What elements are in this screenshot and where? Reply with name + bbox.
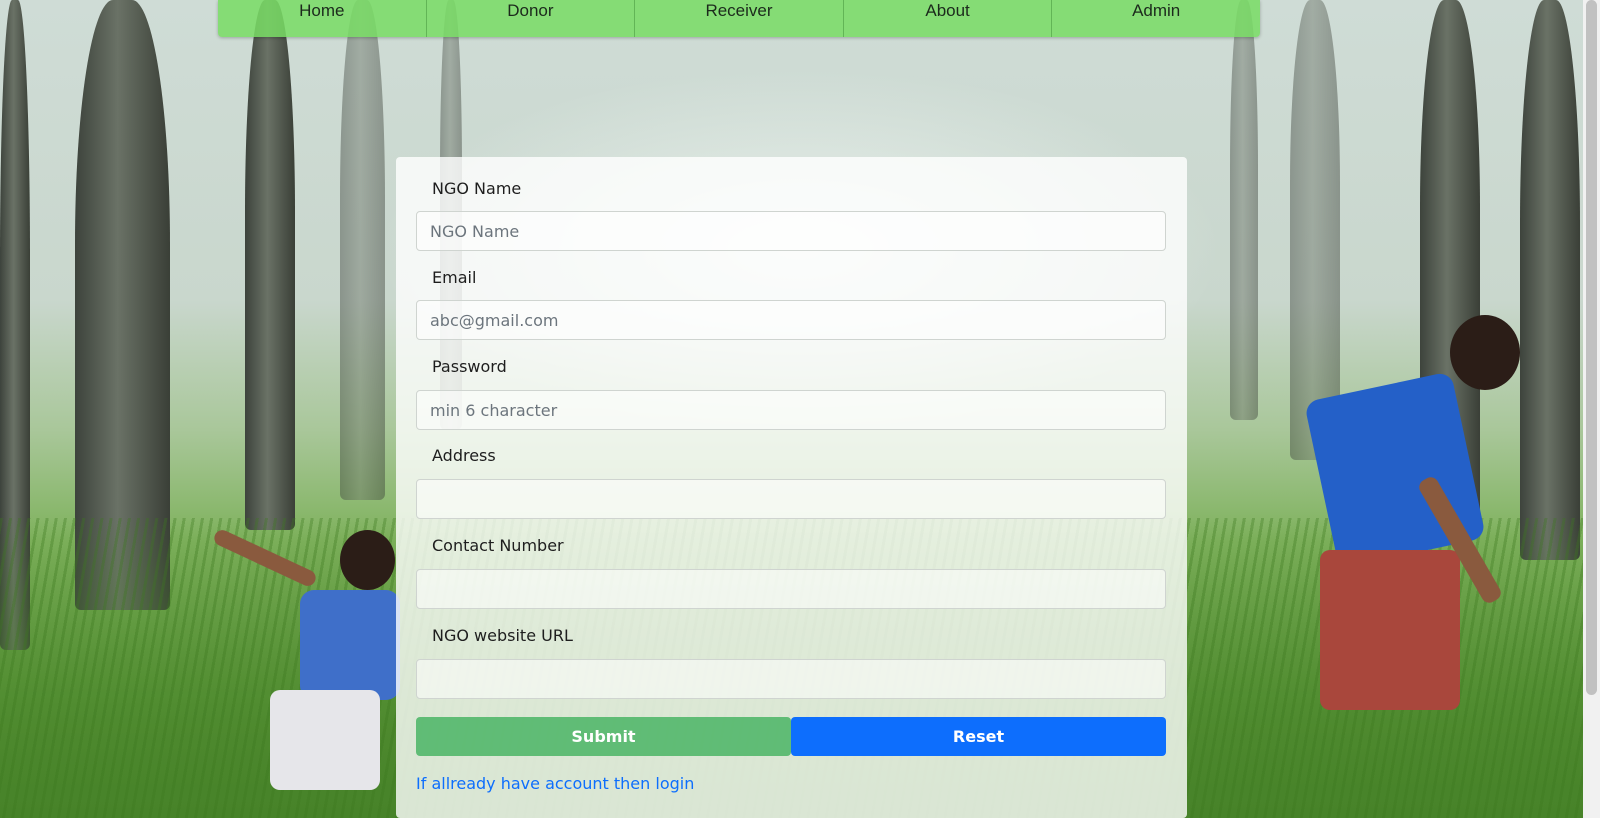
nav-item-home[interactable]: Home [218, 0, 427, 37]
contact-number-label: Contact Number [432, 536, 564, 555]
password-input[interactable] [416, 390, 1166, 430]
nav-item-about[interactable]: About [844, 0, 1053, 37]
nav-item-admin[interactable]: Admin [1052, 0, 1260, 37]
password-label: Password [432, 357, 507, 376]
ngo-name-input[interactable] [416, 211, 1166, 251]
child-left-figure [210, 520, 410, 818]
email-label: Email [432, 268, 477, 287]
login-link[interactable]: If allready have account then login [416, 774, 694, 793]
page-scrollbar[interactable] [1583, 0, 1600, 818]
ngo-registration-form: NGO Name Email Password Address Contact … [396, 157, 1187, 818]
email-input[interactable] [416, 300, 1166, 340]
ngo-website-url-label: NGO website URL [432, 626, 573, 645]
scrollbar-thumb[interactable] [1586, 0, 1597, 695]
contact-number-input[interactable] [416, 569, 1166, 609]
address-label: Address [432, 446, 496, 465]
address-input[interactable] [416, 479, 1166, 519]
main-navbar: Home Donor Receiver About Admin [218, 0, 1260, 37]
ngo-name-label: NGO Name [432, 179, 522, 198]
submit-button[interactable]: Submit [416, 717, 791, 756]
ngo-website-url-input[interactable] [416, 659, 1166, 699]
nav-item-receiver[interactable]: Receiver [635, 0, 844, 37]
child-right-figure [1300, 310, 1570, 730]
reset-button[interactable]: Reset [791, 717, 1166, 756]
nav-item-donor[interactable]: Donor [427, 0, 636, 37]
